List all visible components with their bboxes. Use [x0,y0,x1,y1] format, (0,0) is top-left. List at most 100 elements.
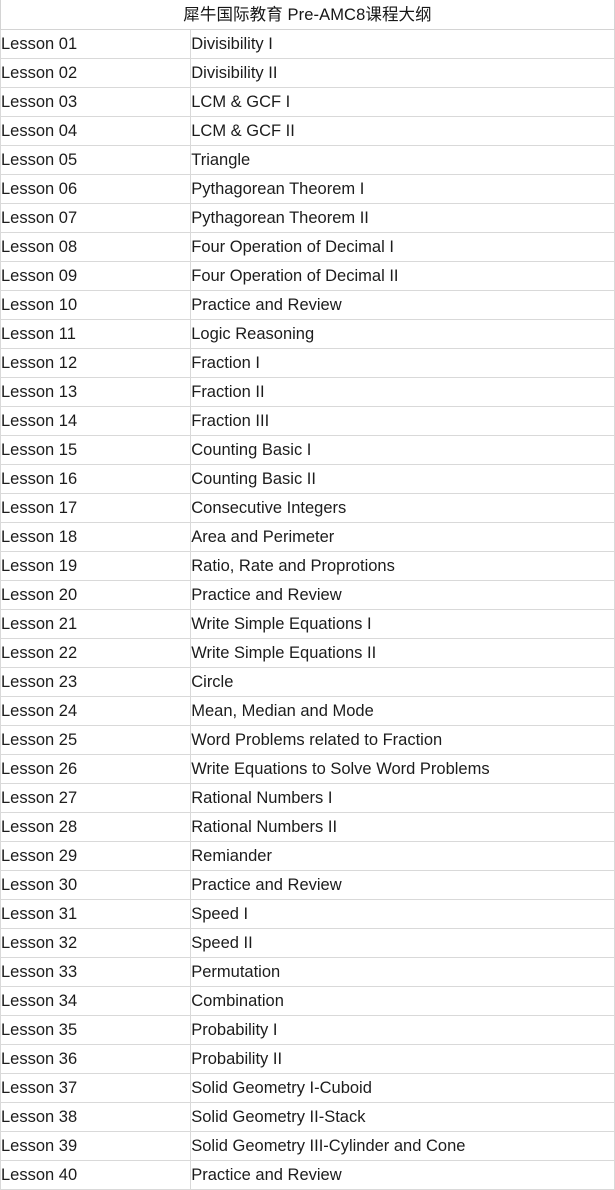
lesson-number-cell: Lesson 14 [0,406,192,436]
table-row: Lesson 35 Probability I [0,1015,615,1045]
lesson-topic-cell: Combination [190,986,615,1016]
lesson-topic-cell: Consecutive Integers [190,493,615,523]
table-row: Lesson 24 Mean, Median and Mode [0,696,615,726]
syllabus-table-body: 犀牛国际教育 Pre-AMC8课程大纲 Lesson 01 Divisibilit… [0,0,615,1190]
lesson-topic-cell: Probability II [190,1044,615,1074]
lesson-topic-cell: Remiander [190,841,615,871]
lesson-topic-cell: Solid Geometry III-Cylinder and Cone [190,1131,615,1161]
lesson-number-cell: Lesson 10 [0,290,192,320]
table-row: Lesson 23 Circle [0,667,615,697]
lesson-topic-cell: LCM & GCF II [190,116,615,146]
table-row: Lesson 34 Combination [0,986,615,1016]
lesson-number-cell: Lesson 03 [0,87,192,117]
lesson-number-cell: Lesson 02 [0,58,192,88]
lesson-number-cell: Lesson 01 [0,29,192,59]
lesson-number-cell: Lesson 08 [0,232,192,262]
table-row: Lesson 29 Remiander [0,841,615,871]
lesson-number-cell: Lesson 33 [0,957,192,987]
lesson-topic-cell: Practice and Review [190,580,615,610]
table-row: Lesson 33 Permutation [0,957,615,987]
table-row: Lesson 04 LCM & GCF II [0,116,615,146]
table-row: Lesson 32 Speed II [0,928,615,958]
lesson-topic-cell: Word Problems related to Fraction [190,725,615,755]
lesson-number-cell: Lesson 40 [0,1160,192,1190]
lesson-topic-cell: Rational Numbers I [190,783,615,813]
lesson-topic-cell: Mean, Median and Mode [190,696,615,726]
table-row: Lesson 38 Solid Geometry II-Stack [0,1102,615,1132]
table-row: Lesson 08 Four Operation of Decimal I [0,232,615,262]
lesson-topic-cell: LCM & GCF I [190,87,615,117]
table-row: Lesson 11 Logic Reasoning [0,319,615,349]
syllabus-title-row: 犀牛国际教育 Pre-AMC8课程大纲 [0,0,615,30]
table-row: Lesson 06 Pythagorean Theorem I [0,174,615,204]
lesson-topic-cell: Circle [190,667,615,697]
lesson-topic-cell: Divisibility II [190,58,615,88]
lesson-topic-cell: Permutation [190,957,615,987]
lesson-number-cell: Lesson 31 [0,899,192,929]
lesson-topic-cell: Logic Reasoning [190,319,615,349]
table-row: Lesson 31 Speed I [0,899,615,929]
lesson-number-cell: Lesson 15 [0,435,192,465]
lesson-topic-cell: Fraction II [190,377,615,407]
lesson-topic-cell: Pythagorean Theorem I [190,174,615,204]
lesson-number-cell: Lesson 20 [0,580,192,610]
lesson-number-cell: Lesson 19 [0,551,192,581]
lesson-topic-cell: Speed II [190,928,615,958]
course-syllabus-table: 犀牛国际教育 Pre-AMC8课程大纲 Lesson 01 Divisibilit… [0,0,615,1190]
lesson-topic-cell: Probability I [190,1015,615,1045]
table-row: Lesson 40 Practice and Review [0,1160,615,1190]
table-row: Lesson 27 Rational Numbers I [0,783,615,813]
lesson-topic-cell: Ratio, Rate and Proprotions [190,551,615,581]
table-row: Lesson 21 Write Simple Equations I [0,609,615,639]
table-row: Lesson 36 Probability II [0,1044,615,1074]
lesson-number-cell: Lesson 17 [0,493,192,523]
lesson-number-cell: Lesson 05 [0,145,192,175]
lesson-number-cell: Lesson 24 [0,696,192,726]
lesson-number-cell: Lesson 04 [0,116,192,146]
lesson-number-cell: Lesson 32 [0,928,192,958]
lesson-number-cell: Lesson 38 [0,1102,192,1132]
lesson-topic-cell: Solid Geometry I-Cuboid [190,1073,615,1103]
table-row: Lesson 07 Pythagorean Theorem II [0,203,615,233]
lesson-number-cell: Lesson 30 [0,870,192,900]
table-row: Lesson 10 Practice and Review [0,290,615,320]
lesson-topic-cell: Counting Basic I [190,435,615,465]
lesson-topic-cell: Practice and Review [190,870,615,900]
lesson-topic-cell: Four Operation of Decimal I [190,232,615,262]
lesson-topic-cell: Area and Perimeter [190,522,615,552]
lesson-topic-cell: Fraction III [190,406,615,436]
lesson-topic-cell: Write Simple Equations II [190,638,615,668]
table-row: Lesson 22 Write Simple Equations II [0,638,615,668]
table-row: Lesson 28 Rational Numbers II [0,812,615,842]
lesson-number-cell: Lesson 16 [0,464,192,494]
table-row: Lesson 39 Solid Geometry III-Cylinder and… [0,1131,615,1161]
lesson-topic-cell: Solid Geometry II-Stack [190,1102,615,1132]
table-row: Lesson 25 Word Problems related to Fracti… [0,725,615,755]
table-row: Lesson 03 LCM & GCF I [0,87,615,117]
page-title: 犀牛国际教育 Pre-AMC8课程大纲 [0,0,615,30]
lesson-number-cell: Lesson 39 [0,1131,192,1161]
lesson-number-cell: Lesson 34 [0,986,192,1016]
lesson-topic-cell: Write Equations to Solve Word Problems [190,754,615,784]
lesson-number-cell: Lesson 36 [0,1044,192,1074]
lesson-number-cell: Lesson 11 [0,319,192,349]
table-row: Lesson 37 Solid Geometry I-Cuboid [0,1073,615,1103]
lesson-topic-cell: Fraction I [190,348,615,378]
lesson-topic-cell: Practice and Review [190,290,615,320]
lesson-number-cell: Lesson 21 [0,609,192,639]
table-row: Lesson 12 Fraction I [0,348,615,378]
lesson-topic-cell: Counting Basic II [190,464,615,494]
table-row: Lesson 26 Write Equations to Solve Word P… [0,754,615,784]
table-row: Lesson 18 Area and Perimeter [0,522,615,552]
lesson-number-cell: Lesson 06 [0,174,192,204]
lesson-number-cell: Lesson 37 [0,1073,192,1103]
lesson-topic-cell: Speed I [190,899,615,929]
lesson-number-cell: Lesson 25 [0,725,192,755]
lesson-topic-cell: Triangle [190,145,615,175]
table-row: Lesson 01 Divisibility I [0,29,615,59]
lesson-topic-cell: Rational Numbers II [190,812,615,842]
table-row: Lesson 17 Consecutive Integers [0,493,615,523]
table-row: Lesson 19 Ratio, Rate and Proprotions [0,551,615,581]
lesson-topic-cell: Four Operation of Decimal II [190,261,615,291]
lesson-number-cell: Lesson 13 [0,377,192,407]
